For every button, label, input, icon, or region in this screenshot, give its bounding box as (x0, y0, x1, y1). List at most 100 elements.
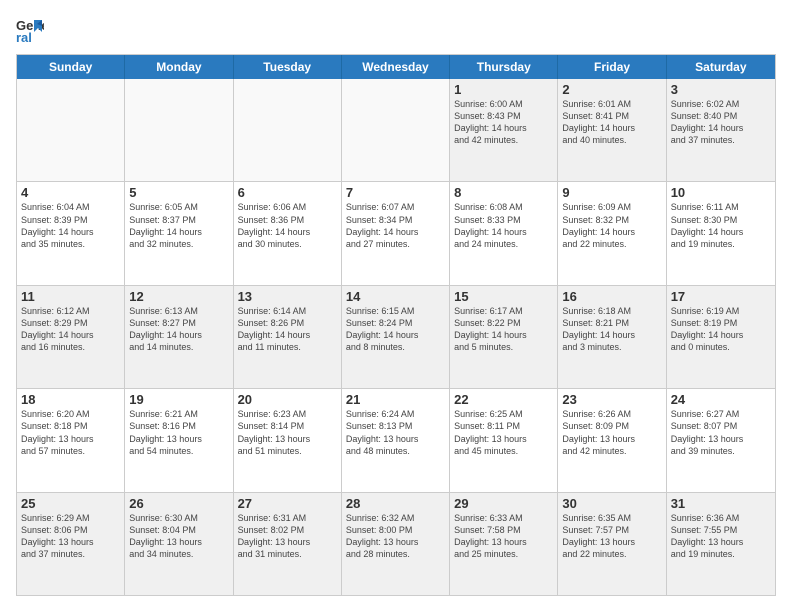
page: Gene ral SundayMondayTuesdayWednesdayThu… (0, 0, 792, 612)
calendar-cell: 29Sunrise: 6:33 AM Sunset: 7:58 PM Dayli… (450, 493, 558, 595)
day-number: 20 (238, 392, 337, 407)
day-number: 18 (21, 392, 120, 407)
day-number: 17 (671, 289, 771, 304)
calendar-cell: 1Sunrise: 6:00 AM Sunset: 8:43 PM Daylig… (450, 79, 558, 181)
calendar-week-row: 11Sunrise: 6:12 AM Sunset: 8:29 PM Dayli… (17, 285, 775, 388)
cell-info: Sunrise: 6:19 AM Sunset: 8:19 PM Dayligh… (671, 305, 771, 354)
day-number: 1 (454, 82, 553, 97)
calendar-cell: 7Sunrise: 6:07 AM Sunset: 8:34 PM Daylig… (342, 182, 450, 284)
calendar-cell: 19Sunrise: 6:21 AM Sunset: 8:16 PM Dayli… (125, 389, 233, 491)
day-number: 13 (238, 289, 337, 304)
calendar-body: 1Sunrise: 6:00 AM Sunset: 8:43 PM Daylig… (17, 79, 775, 595)
calendar-cell: 5Sunrise: 6:05 AM Sunset: 8:37 PM Daylig… (125, 182, 233, 284)
day-number: 10 (671, 185, 771, 200)
day-header: Wednesday (342, 55, 450, 79)
cell-info: Sunrise: 6:31 AM Sunset: 8:02 PM Dayligh… (238, 512, 337, 561)
calendar-cell: 25Sunrise: 6:29 AM Sunset: 8:06 PM Dayli… (17, 493, 125, 595)
cell-info: Sunrise: 6:26 AM Sunset: 8:09 PM Dayligh… (562, 408, 661, 457)
day-number: 30 (562, 496, 661, 511)
day-number: 21 (346, 392, 445, 407)
calendar-week-row: 1Sunrise: 6:00 AM Sunset: 8:43 PM Daylig… (17, 79, 775, 181)
day-number: 2 (562, 82, 661, 97)
day-header: Tuesday (234, 55, 342, 79)
calendar-cell: 31Sunrise: 6:36 AM Sunset: 7:55 PM Dayli… (667, 493, 775, 595)
calendar-cell (125, 79, 233, 181)
day-number: 4 (21, 185, 120, 200)
calendar-cell: 27Sunrise: 6:31 AM Sunset: 8:02 PM Dayli… (234, 493, 342, 595)
calendar-week-row: 4Sunrise: 6:04 AM Sunset: 8:39 PM Daylig… (17, 181, 775, 284)
cell-info: Sunrise: 6:07 AM Sunset: 8:34 PM Dayligh… (346, 201, 445, 250)
day-header: Friday (558, 55, 666, 79)
day-number: 8 (454, 185, 553, 200)
calendar-cell: 4Sunrise: 6:04 AM Sunset: 8:39 PM Daylig… (17, 182, 125, 284)
day-number: 26 (129, 496, 228, 511)
cell-info: Sunrise: 6:23 AM Sunset: 8:14 PM Dayligh… (238, 408, 337, 457)
cell-info: Sunrise: 6:32 AM Sunset: 8:00 PM Dayligh… (346, 512, 445, 561)
day-number: 14 (346, 289, 445, 304)
svg-text:ral: ral (16, 30, 32, 44)
cell-info: Sunrise: 6:02 AM Sunset: 8:40 PM Dayligh… (671, 98, 771, 147)
calendar-cell: 21Sunrise: 6:24 AM Sunset: 8:13 PM Dayli… (342, 389, 450, 491)
calendar-week-row: 18Sunrise: 6:20 AM Sunset: 8:18 PM Dayli… (17, 388, 775, 491)
calendar-cell: 17Sunrise: 6:19 AM Sunset: 8:19 PM Dayli… (667, 286, 775, 388)
day-number: 31 (671, 496, 771, 511)
cell-info: Sunrise: 6:33 AM Sunset: 7:58 PM Dayligh… (454, 512, 553, 561)
cell-info: Sunrise: 6:29 AM Sunset: 8:06 PM Dayligh… (21, 512, 120, 561)
cell-info: Sunrise: 6:36 AM Sunset: 7:55 PM Dayligh… (671, 512, 771, 561)
cell-info: Sunrise: 6:14 AM Sunset: 8:26 PM Dayligh… (238, 305, 337, 354)
day-number: 12 (129, 289, 228, 304)
calendar-cell: 26Sunrise: 6:30 AM Sunset: 8:04 PM Dayli… (125, 493, 233, 595)
day-number: 5 (129, 185, 228, 200)
calendar-cell: 18Sunrise: 6:20 AM Sunset: 8:18 PM Dayli… (17, 389, 125, 491)
calendar-header: SundayMondayTuesdayWednesdayThursdayFrid… (17, 55, 775, 79)
calendar-cell: 28Sunrise: 6:32 AM Sunset: 8:00 PM Dayli… (342, 493, 450, 595)
calendar-cell (342, 79, 450, 181)
day-header: Monday (125, 55, 233, 79)
header: Gene ral (16, 16, 776, 44)
cell-info: Sunrise: 6:17 AM Sunset: 8:22 PM Dayligh… (454, 305, 553, 354)
logo-icon: Gene ral (16, 16, 44, 44)
calendar-cell: 30Sunrise: 6:35 AM Sunset: 7:57 PM Dayli… (558, 493, 666, 595)
cell-info: Sunrise: 6:25 AM Sunset: 8:11 PM Dayligh… (454, 408, 553, 457)
day-header: Sunday (17, 55, 125, 79)
cell-info: Sunrise: 6:01 AM Sunset: 8:41 PM Dayligh… (562, 98, 661, 147)
calendar-cell: 22Sunrise: 6:25 AM Sunset: 8:11 PM Dayli… (450, 389, 558, 491)
cell-info: Sunrise: 6:12 AM Sunset: 8:29 PM Dayligh… (21, 305, 120, 354)
day-number: 3 (671, 82, 771, 97)
day-number: 16 (562, 289, 661, 304)
cell-info: Sunrise: 6:13 AM Sunset: 8:27 PM Dayligh… (129, 305, 228, 354)
cell-info: Sunrise: 6:21 AM Sunset: 8:16 PM Dayligh… (129, 408, 228, 457)
calendar-cell: 20Sunrise: 6:23 AM Sunset: 8:14 PM Dayli… (234, 389, 342, 491)
calendar-cell: 13Sunrise: 6:14 AM Sunset: 8:26 PM Dayli… (234, 286, 342, 388)
calendar: SundayMondayTuesdayWednesdayThursdayFrid… (16, 54, 776, 596)
day-number: 23 (562, 392, 661, 407)
cell-info: Sunrise: 6:18 AM Sunset: 8:21 PM Dayligh… (562, 305, 661, 354)
calendar-cell: 6Sunrise: 6:06 AM Sunset: 8:36 PM Daylig… (234, 182, 342, 284)
calendar-cell: 10Sunrise: 6:11 AM Sunset: 8:30 PM Dayli… (667, 182, 775, 284)
cell-info: Sunrise: 6:09 AM Sunset: 8:32 PM Dayligh… (562, 201, 661, 250)
calendar-cell (234, 79, 342, 181)
day-number: 11 (21, 289, 120, 304)
cell-info: Sunrise: 6:27 AM Sunset: 8:07 PM Dayligh… (671, 408, 771, 457)
cell-info: Sunrise: 6:00 AM Sunset: 8:43 PM Dayligh… (454, 98, 553, 147)
calendar-cell: 15Sunrise: 6:17 AM Sunset: 8:22 PM Dayli… (450, 286, 558, 388)
calendar-cell: 14Sunrise: 6:15 AM Sunset: 8:24 PM Dayli… (342, 286, 450, 388)
day-number: 24 (671, 392, 771, 407)
day-number: 15 (454, 289, 553, 304)
calendar-cell: 16Sunrise: 6:18 AM Sunset: 8:21 PM Dayli… (558, 286, 666, 388)
day-number: 27 (238, 496, 337, 511)
calendar-cell: 12Sunrise: 6:13 AM Sunset: 8:27 PM Dayli… (125, 286, 233, 388)
cell-info: Sunrise: 6:24 AM Sunset: 8:13 PM Dayligh… (346, 408, 445, 457)
day-number: 29 (454, 496, 553, 511)
day-header: Thursday (450, 55, 558, 79)
day-number: 19 (129, 392, 228, 407)
day-number: 22 (454, 392, 553, 407)
calendar-cell: 3Sunrise: 6:02 AM Sunset: 8:40 PM Daylig… (667, 79, 775, 181)
cell-info: Sunrise: 6:04 AM Sunset: 8:39 PM Dayligh… (21, 201, 120, 250)
day-number: 6 (238, 185, 337, 200)
calendar-cell: 8Sunrise: 6:08 AM Sunset: 8:33 PM Daylig… (450, 182, 558, 284)
day-number: 9 (562, 185, 661, 200)
cell-info: Sunrise: 6:08 AM Sunset: 8:33 PM Dayligh… (454, 201, 553, 250)
cell-info: Sunrise: 6:06 AM Sunset: 8:36 PM Dayligh… (238, 201, 337, 250)
calendar-cell: 11Sunrise: 6:12 AM Sunset: 8:29 PM Dayli… (17, 286, 125, 388)
